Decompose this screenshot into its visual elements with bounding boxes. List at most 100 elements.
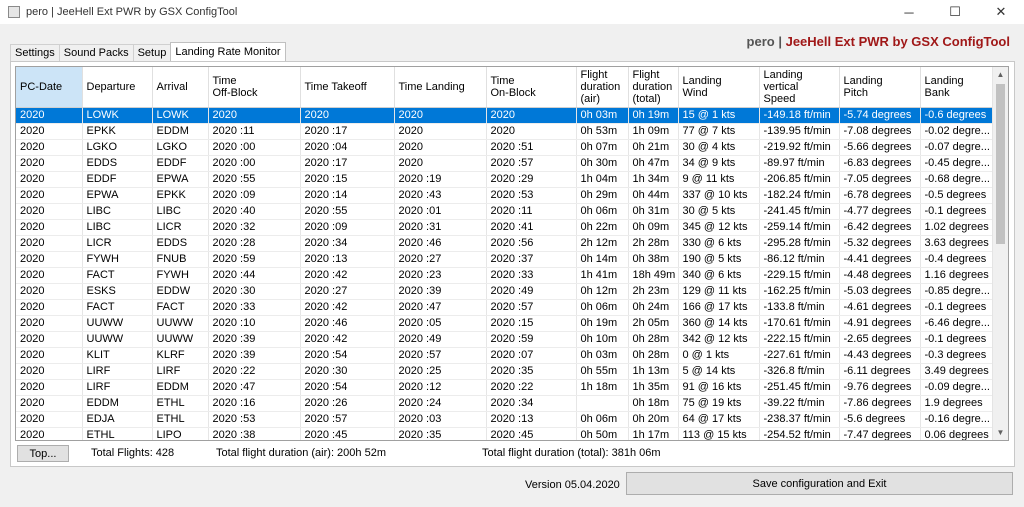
table-cell: LOWK <box>152 107 209 124</box>
table-cell: 2020 :45 <box>300 427 395 440</box>
table-row[interactable]: 2020 LIBC LIBC 2020 :40 2020 :55 2020 :01 2020… <box>16 203 995 220</box>
table-cell: EPWA <box>152 171 209 188</box>
save-and-exit-button[interactable]: Save configuration and Exit <box>626 472 1013 495</box>
close-button[interactable]: ✕ <box>978 0 1024 24</box>
tab-settings[interactable]: Settings <box>10 44 60 62</box>
column-header[interactable]: Arrival <box>152 67 209 108</box>
table-cell: 2020 <box>16 203 83 220</box>
table-cell: 2020 :34 <box>300 235 395 252</box>
scroll-up-icon[interactable]: ▲ <box>993 67 1008 82</box>
table-row[interactable]: 2020 EDDM ETHL 2020 :16 2020 :26 2020 :24 2020… <box>16 395 995 412</box>
table-cell: 2020 :37 <box>486 251 577 268</box>
table-cell: -149.18 ft/min <box>759 107 840 124</box>
table-body: 2020 LOWK LOWK 2020 2020 2020 2020 0h 03m 0h 19m… <box>16 107 995 440</box>
top-button[interactable]: Top... <box>17 445 69 462</box>
table-cell: 64 @ 17 kts <box>678 411 760 428</box>
table-cell: -0.16 degre... <box>920 411 995 428</box>
table-cell: 2020 :38 <box>208 427 301 440</box>
table-row[interactable]: 2020 LICR EDDS 2020 :28 2020 :34 2020 :46 2020… <box>16 235 995 252</box>
table-cell: EPKK <box>82 123 153 140</box>
table-cell: -0.02 degre... <box>920 123 995 140</box>
table-row[interactable]: 2020 KLIT KLRF 2020 :39 2020 :54 2020 :57 2020… <box>16 347 995 364</box>
scroll-down-icon[interactable]: ▼ <box>993 425 1008 440</box>
table-cell: 2020 :43 <box>394 187 487 204</box>
table-cell: 2020 <box>16 107 83 124</box>
column-header[interactable]: Landing Bank <box>920 67 995 108</box>
column-header[interactable]: Time Landing <box>394 67 487 108</box>
tab-setup[interactable]: Setup <box>132 44 172 62</box>
table-cell: FACT <box>82 299 153 316</box>
table-cell: 2020 :23 <box>394 267 487 284</box>
table-cell: 2020 <box>16 347 83 364</box>
column-header[interactable]: Departure <box>82 67 153 108</box>
table-cell: 2020 :11 <box>208 123 301 140</box>
table-cell: 2020 :13 <box>300 251 395 268</box>
table-cell: LIRF <box>82 379 153 396</box>
table-row[interactable]: 2020 FACT FACT 2020 :33 2020 :42 2020 :47 2020… <box>16 299 995 316</box>
table-row[interactable]: 2020 EDDS EDDF 2020 :00 2020 :17 2020 2020 :57… <box>16 155 995 172</box>
table-cell: -6.78 degrees <box>839 187 921 204</box>
column-header[interactable]: Time Off-Block <box>208 67 301 108</box>
column-header[interactable]: Landing Wind <box>678 67 760 108</box>
table-row[interactable]: 2020 EPWA EPKK 2020 :09 2020 :14 2020 :43 2020… <box>16 187 995 204</box>
vertical-scrollbar[interactable]: ▲ ▼ <box>992 67 1008 440</box>
table-cell: 2020 :57 <box>300 411 395 428</box>
table-cell: 30 @ 4 kts <box>678 139 760 156</box>
table-row[interactable]: 2020 FYWH FNUB 2020 :59 2020 :13 2020 :27 2020… <box>16 251 995 268</box>
column-header[interactable]: Flight duration (total) <box>628 67 679 108</box>
column-header[interactable]: Landing Pitch <box>839 67 921 108</box>
column-header[interactable]: Flight duration (air) <box>576 67 629 108</box>
table-cell: -6.42 degrees <box>839 219 921 236</box>
table-row[interactable]: 2020 FACT FYWH 2020 :44 2020 :42 2020 :23 2020… <box>16 267 995 284</box>
table-row[interactable]: 2020 LGKO LGKO 2020 :00 2020 :04 2020 2020 :51… <box>16 139 995 156</box>
table-row[interactable]: 2020 LIRF EDDM 2020 :47 2020 :54 2020 :12 2020… <box>16 379 995 396</box>
table-cell: EPKK <box>152 187 209 204</box>
table-cell: 2020 :54 <box>300 347 395 364</box>
table-cell: 360 @ 14 kts <box>678 315 760 332</box>
table-cell: 0h 06m <box>576 411 629 428</box>
table-row[interactable]: 2020 ESKS EDDW 2020 :30 2020 :27 2020 :39 2020… <box>16 283 995 300</box>
table-cell: 2020 :54 <box>300 379 395 396</box>
table-cell: 2020 <box>16 411 83 428</box>
table-row[interactable]: 2020 UUWW UUWW 2020 :10 2020 :46 2020 :05 2020… <box>16 315 995 332</box>
table-cell: 2020 :57 <box>486 155 577 172</box>
column-header[interactable]: PC-Date <box>16 67 83 108</box>
table-cell: -6.83 degrees <box>839 155 921 172</box>
table-row[interactable]: 2020 UUWW UUWW 2020 :39 2020 :42 2020 :49 2020… <box>16 331 995 348</box>
table-row[interactable]: 2020 LIRF LIRF 2020 :22 2020 :30 2020 :25 2020… <box>16 363 995 380</box>
table-row[interactable]: 2020 EDDF EPWA 2020 :55 2020 :15 2020 :19 2020… <box>16 171 995 188</box>
tab-sound-packs[interactable]: Sound Packs <box>58 44 134 62</box>
maximize-button[interactable]: ☐ <box>932 0 978 24</box>
table-cell: LIBC <box>82 203 153 220</box>
column-header[interactable]: Landing vertical Speed <box>759 67 840 108</box>
tab-landing-rate-monitor[interactable]: Landing Rate Monitor <box>170 42 286 62</box>
table-row[interactable]: 2020 LOWK LOWK 2020 2020 2020 2020 0h 03m 0h 19m… <box>16 107 995 124</box>
table-cell: -219.92 ft/min <box>759 139 840 156</box>
table-cell: -5.66 degrees <box>839 139 921 156</box>
table-row[interactable]: 2020 LIBC LICR 2020 :32 2020 :09 2020 :31 2020… <box>16 219 995 236</box>
column-header[interactable]: Time Takeoff <box>300 67 395 108</box>
table-cell: 0h 03m <box>576 107 629 124</box>
table-cell: 2h 12m <box>576 235 629 252</box>
table-cell: UUWW <box>152 315 209 332</box>
flights-table: PC-Date Departure Arrival Time Off-Block Tim… <box>16 67 995 440</box>
table-cell: 91 @ 16 kts <box>678 379 760 396</box>
table-cell: 0h 19m <box>576 315 629 332</box>
table-cell: -5.74 degrees <box>839 107 921 124</box>
column-header[interactable]: Time On-Block <box>486 67 577 108</box>
table-cell: 1h 35m <box>628 379 679 396</box>
table-cell: 2020 :22 <box>486 379 577 396</box>
table-cell: 3.49 degrees <box>920 363 995 380</box>
table-cell: 2020 :10 <box>208 315 301 332</box>
tab-strip: Settings Sound Packs Setup Landing Rate … <box>10 42 286 62</box>
table-cell: 2020 :31 <box>394 219 487 236</box>
table-row[interactable]: 2020 EPKK EDDM 2020 :11 2020 :17 2020 2020 0h 5… <box>16 123 995 140</box>
scrollbar-thumb[interactable] <box>996 84 1005 244</box>
table-cell: 2020 :39 <box>208 331 301 348</box>
table-row[interactable]: 2020 ETHL LIPO 2020 :38 2020 :45 2020 :35 2020… <box>16 427 995 440</box>
minimize-button[interactable]: ─ <box>886 0 932 24</box>
table-cell: 0h 03m <box>576 347 629 364</box>
table-cell: 1.02 degrees <box>920 219 995 236</box>
table-row[interactable]: 2020 EDJA ETHL 2020 :53 2020 :57 2020 :03 2020… <box>16 411 995 428</box>
table-cell: 2020 :55 <box>208 171 301 188</box>
